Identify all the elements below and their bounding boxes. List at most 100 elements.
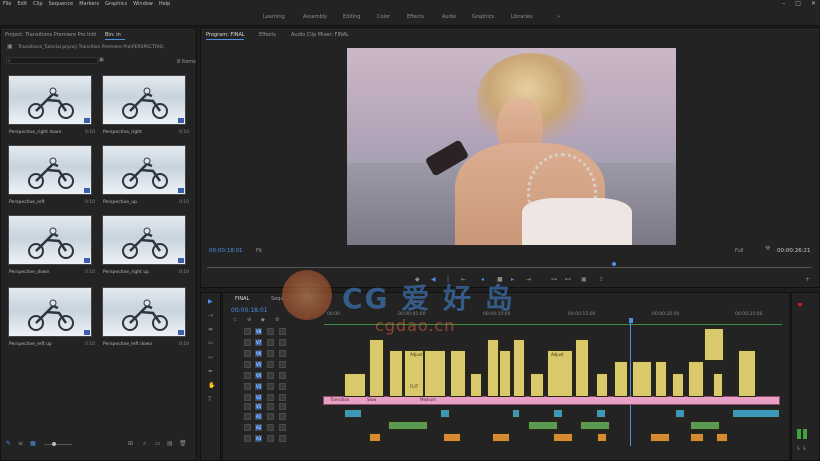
ripple-edit-icon[interactable]: ⇹: [208, 327, 213, 333]
hand-tool-icon[interactable]: ✋: [208, 383, 215, 389]
timeline-clip[interactable]: [512, 409, 520, 418]
lock-icon[interactable]: [244, 403, 251, 410]
timeline-clip[interactable]: [716, 433, 728, 442]
timeline-clip[interactable]: [344, 373, 366, 397]
clip-thumbnail[interactable]: [8, 287, 92, 337]
workspace-overflow-icon[interactable]: »: [557, 14, 560, 20]
workspace-learning[interactable]: Learning: [263, 14, 285, 20]
close-icon[interactable]: ✕: [811, 0, 816, 7]
sync-lock-icon[interactable]: [267, 361, 274, 368]
menu-markers[interactable]: Markers: [79, 1, 99, 7]
sync-lock-icon[interactable]: [267, 424, 274, 431]
timeline-clip[interactable]: [732, 409, 780, 418]
quality-select[interactable]: Full: [735, 248, 744, 254]
sync-lock-icon[interactable]: [267, 372, 274, 379]
lock-icon[interactable]: [244, 394, 251, 401]
tab-final-sequence[interactable]: FINAL: [235, 296, 249, 302]
sync-lock-icon[interactable]: [267, 383, 274, 390]
playhead-marker[interactable]: [612, 262, 616, 266]
new-bin-footer-icon[interactable]: ▭: [155, 441, 161, 447]
fit-select[interactable]: Fit: [256, 248, 262, 254]
menu-graphics[interactable]: Graphics: [105, 1, 127, 7]
timeline-clip[interactable]: [389, 350, 403, 397]
timeline-clip[interactable]: [528, 421, 558, 430]
new-item-icon[interactable]: ▤: [167, 441, 173, 447]
timeline-clip[interactable]: [596, 373, 608, 397]
timeline-clip[interactable]: [553, 409, 563, 418]
selection-tool-icon[interactable]: ▶: [208, 299, 213, 305]
timeline-clip[interactable]: [388, 421, 428, 430]
timeline-clip[interactable]: [487, 339, 499, 397]
sync-lock-icon[interactable]: [267, 394, 274, 401]
snap-icon[interactable]: ⊂: [233, 317, 237, 323]
eye-icon[interactable]: [279, 372, 286, 379]
eye-icon[interactable]: [279, 394, 286, 401]
timeline-clip[interactable]: [553, 433, 573, 442]
tab-program[interactable]: Program: FINAL: [206, 32, 245, 38]
lift-icon[interactable]: ⊶: [551, 277, 557, 283]
menu-window[interactable]: Window: [133, 1, 153, 7]
clip-thumbnail[interactable]: [8, 215, 92, 265]
tab-audio-clip-mixer[interactable]: Audio Clip Mixer: FINAL: [291, 32, 349, 38]
timeline-clip[interactable]: [632, 361, 652, 397]
clip-thumbnail[interactable]: [102, 145, 186, 195]
timeline-clip[interactable]: [675, 409, 685, 418]
timeline-clip[interactable]: [672, 373, 684, 397]
pencil-icon[interactable]: ✎: [6, 441, 11, 447]
timeline-clip[interactable]: [690, 421, 720, 430]
lock-icon[interactable]: [244, 328, 251, 335]
timeline-clip[interactable]: [443, 433, 461, 442]
export-frame-icon[interactable]: ▣: [581, 277, 587, 283]
clip-thumbnail[interactable]: [102, 287, 186, 337]
add-button-icon[interactable]: +: [805, 277, 810, 283]
sync-lock-icon[interactable]: [267, 413, 274, 420]
eye-icon[interactable]: [279, 350, 286, 357]
timeline-clip[interactable]: [704, 328, 724, 361]
sync-lock-icon[interactable]: [267, 328, 274, 335]
sync-lock-icon[interactable]: [267, 350, 274, 357]
wrench-icon[interactable]: ⚒: [765, 246, 770, 252]
timeline-timecode[interactable]: 00:00:18:01: [231, 307, 268, 314]
timeline-clip[interactable]: [424, 350, 446, 397]
scrub-bar[interactable]: [207, 267, 812, 268]
find-icon[interactable]: ⌕: [143, 441, 146, 447]
timeline-settings-icon[interactable]: ⚙: [275, 317, 279, 323]
timeline-clip[interactable]: [614, 361, 628, 397]
clip-thumbnail[interactable]: [102, 215, 186, 265]
lock-icon[interactable]: [244, 339, 251, 346]
sync-lock-icon[interactable]: [267, 403, 274, 410]
timeline-clip[interactable]: [369, 339, 384, 397]
new-bin-icon[interactable]: ▣: [99, 57, 104, 63]
timeline-clip[interactable]: [499, 350, 511, 397]
eye-icon[interactable]: [279, 435, 286, 442]
timeline-clip[interactable]: [547, 350, 573, 397]
linked-selection-icon[interactable]: ⊕: [247, 317, 251, 323]
playhead-timecode[interactable]: 00:00:18:01: [209, 248, 243, 254]
clip-thumbnail[interactable]: [8, 145, 92, 195]
timeline-clip[interactable]: [530, 373, 544, 397]
eye-icon[interactable]: [279, 413, 286, 420]
lock-icon[interactable]: [244, 435, 251, 442]
tab-bin[interactable]: Bin: in: [105, 32, 121, 38]
timeline-clip[interactable]: [650, 433, 670, 442]
clip-thumbnail[interactable]: [102, 75, 186, 125]
timeline-clip[interactable]: [713, 373, 723, 397]
workspace-graphics[interactable]: Graphics: [472, 14, 494, 20]
timeline-clip[interactable]: [688, 361, 704, 397]
lock-icon[interactable]: [244, 413, 251, 420]
timeline-clip[interactable]: [440, 409, 450, 418]
eye-icon[interactable]: [279, 403, 286, 410]
pen-tool-icon[interactable]: ✒: [208, 369, 213, 375]
solo-left[interactable]: S: [797, 446, 800, 451]
track-select-icon[interactable]: ⇢: [208, 313, 213, 319]
eye-icon[interactable]: [279, 328, 286, 335]
sync-lock-icon[interactable]: [267, 339, 274, 346]
automate-icon[interactable]: ⊞: [128, 441, 133, 447]
tab-effects[interactable]: Effects: [259, 32, 276, 38]
lock-icon[interactable]: [244, 383, 251, 390]
timeline-clip[interactable]: [738, 350, 756, 397]
timeline-clip[interactable]: [596, 409, 606, 418]
sync-lock-icon[interactable]: [267, 435, 274, 442]
menu-help[interactable]: Help: [159, 1, 170, 7]
tab-project[interactable]: Project: Transitions Premiere Pro Initi: [5, 32, 97, 38]
